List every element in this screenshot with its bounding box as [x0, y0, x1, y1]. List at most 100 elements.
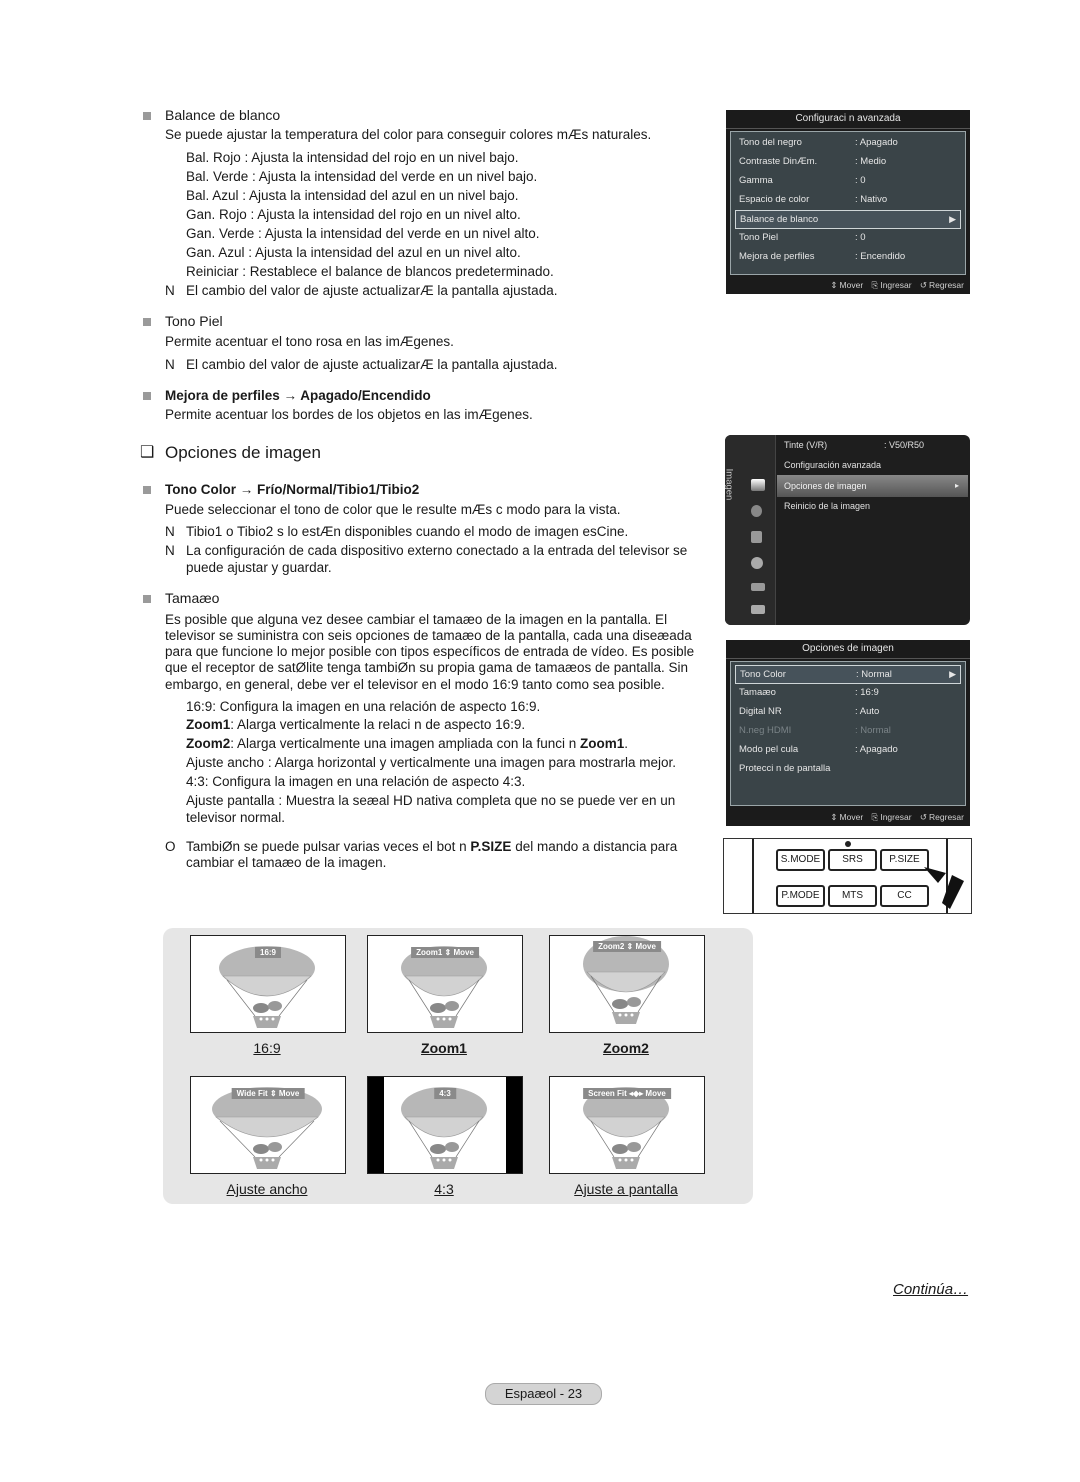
row-label: Balance de blanco	[740, 214, 819, 225]
checkbox-icon: ❑	[140, 444, 155, 461]
balance-item: Gan. Rojo : Ajusta la intensidad del roj…	[186, 207, 521, 222]
row-label: Espacio de color	[739, 194, 810, 205]
osd-size-label: Screen Fit ◂◆▸ Move	[583, 1088, 671, 1099]
menu-item-tint[interactable]: Tinte (V/R): V50/R50	[784, 440, 924, 450]
row-value: : Encendido	[855, 251, 906, 262]
input-icon[interactable]	[751, 583, 765, 591]
row-value: : 0	[855, 232, 866, 243]
osd-row[interactable]: Protecci n de pantalla	[735, 760, 961, 777]
setup-icon[interactable]	[751, 557, 763, 569]
mejora-title: Mejora de perfiles → Apagado/Encendido	[165, 388, 431, 403]
size-example-caption: 4:3	[434, 1181, 454, 1197]
osd-row[interactable]: Modo pel cula: Apagado	[735, 741, 961, 758]
size-example-thumbnail: 4:3	[367, 1076, 523, 1174]
bullet-square-icon	[143, 318, 151, 326]
tono-color-title: Tono Color → Frío/Normal/Tibio1/Tibio2	[165, 482, 420, 497]
osd-row[interactable]: Mejora de perfiles: Encendido	[735, 248, 961, 265]
tono-color-note: Tibio1 o Tibio2 s lo estÆn disponibles c…	[186, 524, 629, 539]
remote-button-srs[interactable]: SRS	[828, 849, 877, 871]
screen-area: Zoom2 ⇕ Move	[550, 936, 704, 1032]
osd-row[interactable]: Digital NR: Auto	[735, 703, 961, 720]
balance-item: Bal. Rojo : Ajusta la intensidad del roj…	[186, 150, 519, 165]
footer-move: Mover	[839, 812, 864, 822]
option-key: 16:9	[186, 699, 213, 714]
size-example-caption: Ajuste ancho	[226, 1181, 308, 1197]
picture-icon[interactable]	[751, 479, 765, 491]
balance-item: Gan. Verde : Ajusta la intensidad del ve…	[186, 226, 540, 241]
application-icon[interactable]	[751, 605, 765, 614]
osd-main-menu: Imagen Tinte (V/R): V50/R50 Configuració…	[725, 435, 970, 625]
size-example-thumbnail: Zoom1 ⇕ Move	[367, 935, 523, 1033]
osd-row[interactable]: Tono del negro: Apagado	[735, 134, 961, 151]
osd-size-label: 16:9	[254, 947, 282, 958]
size-example-caption: Zoom2	[603, 1040, 649, 1056]
bullet-square-icon	[143, 595, 151, 603]
remote-control-illustration: S.MODE SRS P.SIZE P.MODE MTS CC	[723, 838, 972, 914]
option-end: .	[624, 736, 628, 751]
remote-button-smode[interactable]: S.MODE	[776, 849, 825, 871]
footer-return: Regresar	[929, 280, 964, 290]
note-marker: N	[165, 283, 175, 298]
move-icon: ⇕	[830, 280, 838, 290]
osd-size-label: Wide Fit ⇕ Move	[231, 1088, 305, 1099]
osd-row-selected[interactable]: Balance de blanco ▶	[735, 210, 961, 229]
channel-icon[interactable]	[751, 531, 762, 543]
osd-row[interactable]: Tamaæo: 16:9	[735, 684, 961, 701]
row-value: : Auto	[855, 706, 880, 717]
osd-menu-list: Tono del negro: Apagado Contraste DinÆm.…	[730, 131, 966, 275]
option-desc: : Alarga verticalmente la relaci n de as…	[230, 717, 526, 732]
size-option-wide-fit: Ajuste ancho : Alarga horizontal y verti…	[186, 753, 676, 772]
osd-row-disabled: N.neg HDMI: Normal	[735, 722, 961, 739]
size-example-caption: Ajuste a pantalla	[574, 1181, 678, 1197]
category-label: Imagen	[725, 468, 735, 501]
tip-text: TambiØn se puede pulsar varias veces el …	[186, 839, 471, 854]
option-desc: : Configura la imagen en una relación de…	[204, 774, 526, 789]
bullet-square-icon	[143, 112, 151, 120]
tono-color-desc: Puede seleccionar el tono de color que l…	[165, 502, 621, 517]
remote-button-pmode[interactable]: P.MODE	[776, 885, 825, 907]
balance-title: Balance de blanco	[165, 107, 281, 123]
footer-return: Regresar	[929, 812, 964, 822]
tip-text: del mando a distancia para	[511, 839, 678, 854]
item-value: : V50/R50	[884, 440, 925, 450]
osd-row[interactable]: Espacio de color: Nativo	[735, 191, 961, 208]
size-example-thumbnail: Wide Fit ⇕ Move	[190, 1076, 346, 1174]
move-icon: ⇕	[830, 812, 838, 822]
balance-item: Gan. Azul : Ajusta la intensidad del azu…	[186, 245, 521, 260]
arrow-right-icon: ▶	[949, 214, 956, 224]
row-label: Modo pel cula	[739, 744, 799, 755]
balance-item: Bal. Verde : Ajusta la intensidad del ve…	[186, 169, 538, 184]
menu-item-picture-reset[interactable]: Reinicio de la imagen	[784, 501, 870, 511]
remote-button-cc[interactable]: CC	[880, 885, 929, 907]
pointer-arrow-icon	[924, 867, 964, 909]
option-key: Zoom2	[186, 736, 231, 751]
size-option-4-3: 4:3: Configura la imagen en una relación…	[186, 772, 525, 791]
row-value: : Normal	[856, 669, 892, 680]
osd-row[interactable]: Tono Piel: 0	[735, 229, 961, 246]
remote-button-mts[interactable]: MTS	[828, 885, 877, 907]
osd-picture-options: Opciones de imagen Tono Color: Normal ▶ T…	[726, 640, 970, 826]
remote-button-psize[interactable]: P.SIZE	[880, 849, 929, 871]
osd-size-label: Zoom2 ⇕ Move	[593, 941, 661, 952]
option-desc: : Muestra la seæal HD nativa completa qu…	[278, 793, 676, 808]
continued-label: Continúa…	[893, 1281, 969, 1298]
balance-item: Reiniciar : Restablece el balance de bla…	[186, 264, 554, 279]
osd-row[interactable]: Contraste DinÆm.: Medio	[735, 153, 961, 170]
return-icon: ↺	[919, 812, 928, 822]
osd-row[interactable]: Gamma: 0	[735, 172, 961, 189]
size-option-cont: televisor normal.	[186, 810, 286, 825]
menu-item-picture-options[interactable]: Opciones de imagen	[784, 481, 867, 491]
indicator-dot-icon	[845, 841, 851, 847]
row-value: : Normal	[855, 725, 891, 736]
size-example-caption: 16:9	[253, 1040, 281, 1056]
menu-item-advanced[interactable]: Configuración avanzada	[784, 460, 881, 470]
section-title: Opciones de imagen	[165, 443, 321, 462]
size-option-zoom2: Zoom2: Alarga verticalmente una imagen a…	[186, 734, 628, 753]
tip-line-2: cambiar el tamaæo de la imagen.	[186, 855, 387, 870]
screen-area: Wide Fit ⇕ Move	[191, 1077, 345, 1173]
row-label: Protecci n de pantalla	[739, 763, 831, 774]
row-value: : 0	[855, 175, 866, 186]
osd-row-selected[interactable]: Tono Color: Normal ▶	[735, 665, 961, 684]
sound-icon[interactable]	[751, 505, 762, 517]
size-option-zoom1: Zoom1: Alarga verticalmente la relaci n …	[186, 715, 525, 734]
